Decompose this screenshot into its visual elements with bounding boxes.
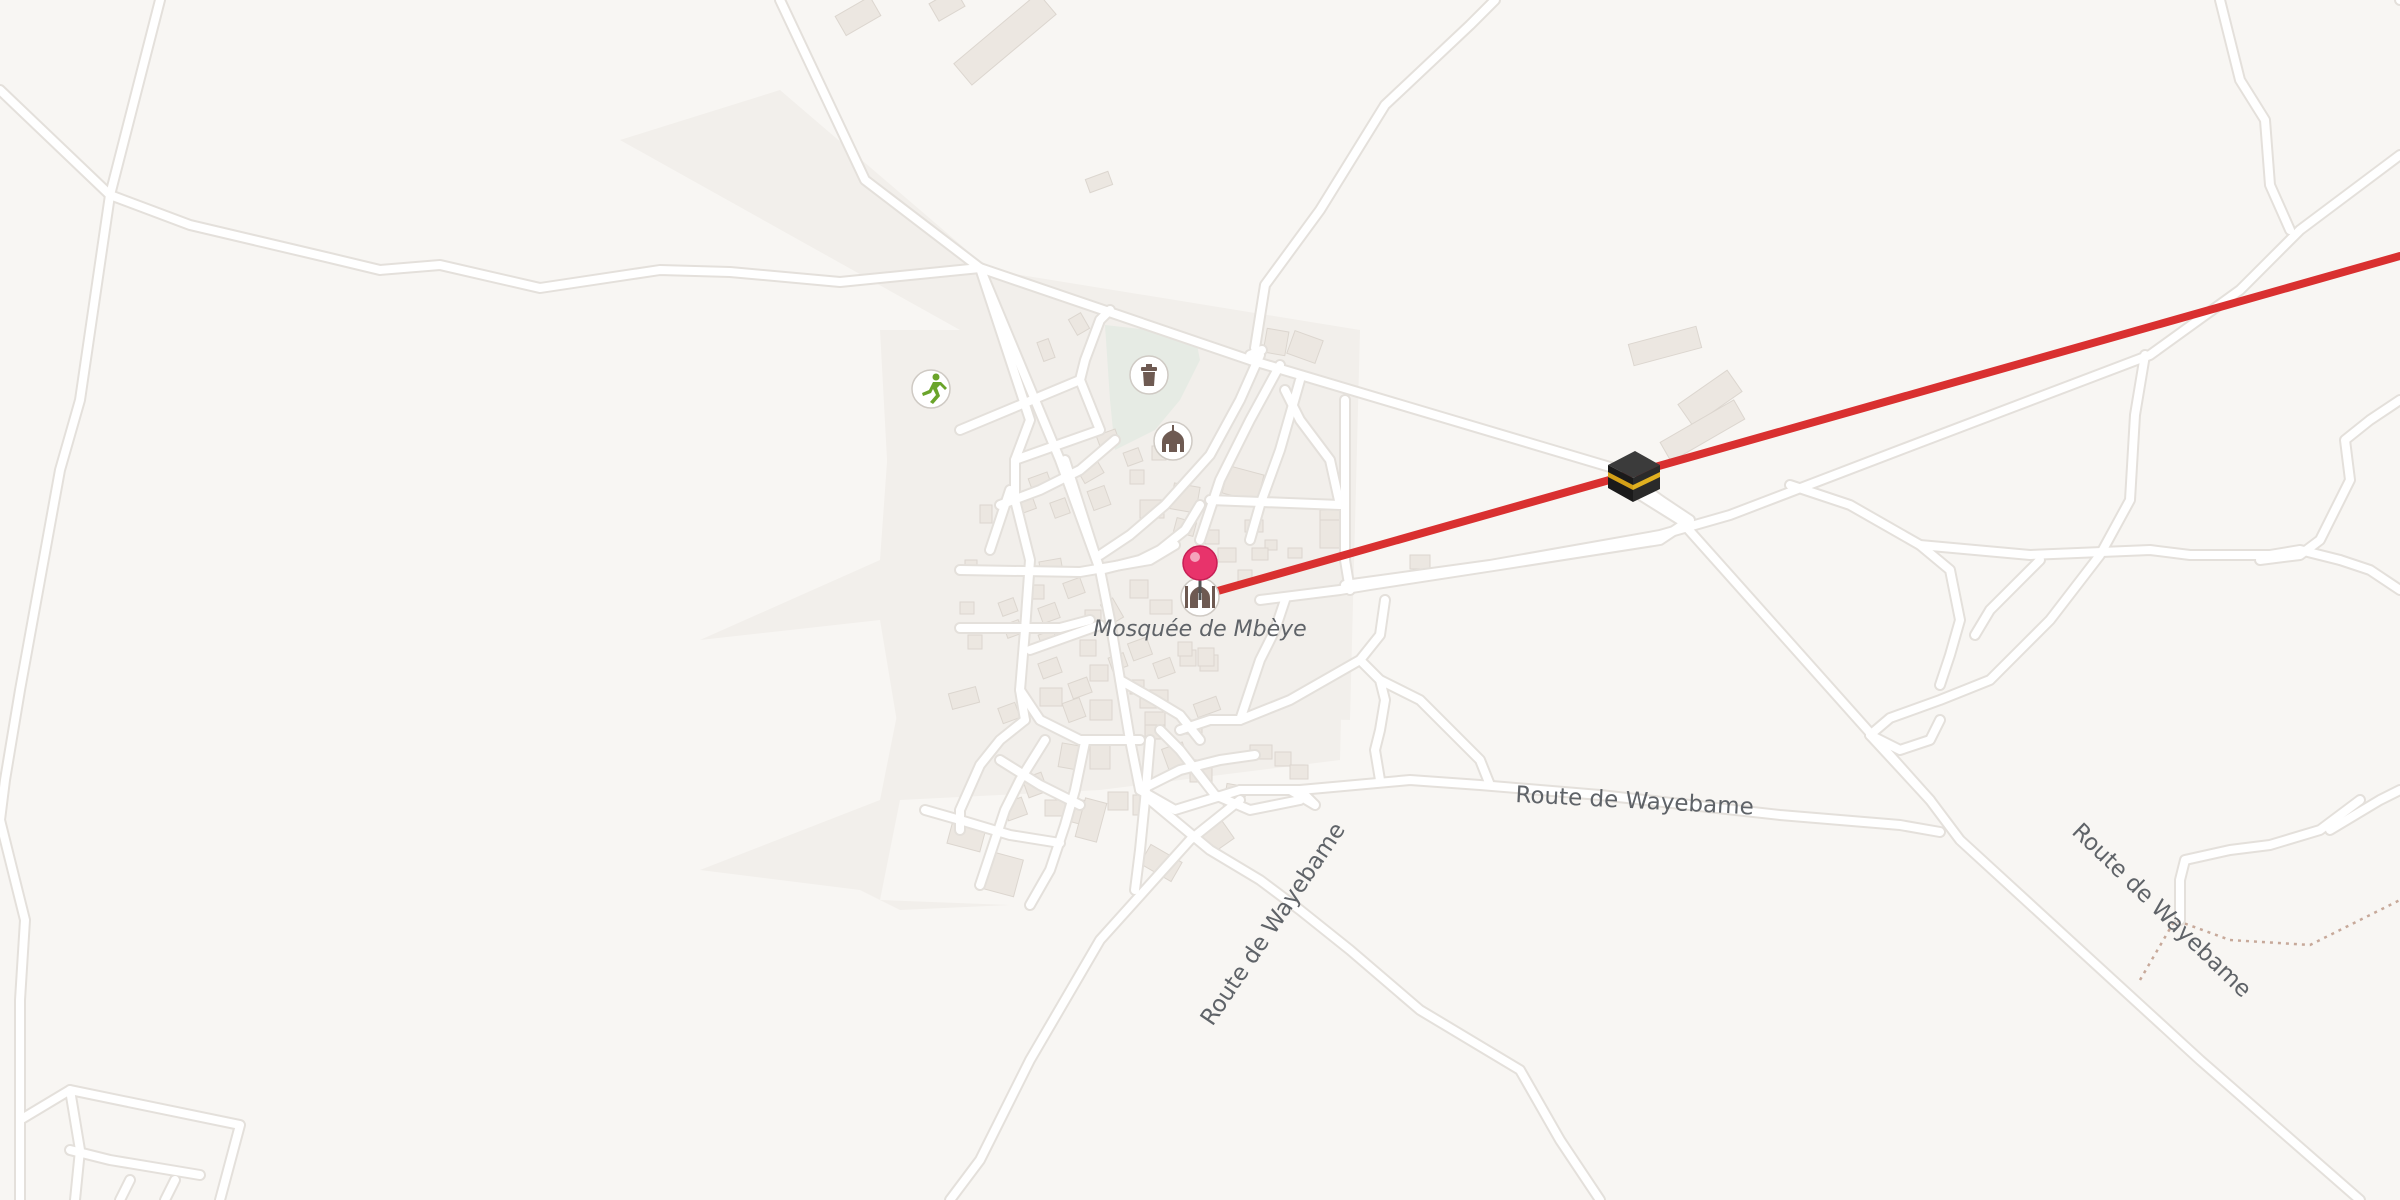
sports-poi[interactable] <box>911 369 951 409</box>
road-casing <box>1249 0 1501 354</box>
road <box>1206 496 1344 509</box>
road-label-east: Route de Wayebame <box>1515 782 1755 820</box>
road <box>1246 346 1266 359</box>
road <box>1251 0 1499 352</box>
location-pin-icon <box>1182 545 1218 581</box>
cemetery-poi[interactable] <box>1129 355 1169 395</box>
road <box>2256 396 2400 564</box>
road <box>1971 556 2044 639</box>
mosque-label: Mosquée de Mbèye <box>1093 617 1306 642</box>
road <box>106 0 164 199</box>
road <box>161 1176 179 1200</box>
road-casing <box>2254 394 2400 566</box>
qibla-direction-line <box>1196 252 2400 600</box>
road-casing <box>1784 479 2346 566</box>
mosque-poi-north[interactable] <box>1153 421 1193 461</box>
road <box>66 1146 204 1179</box>
road-casing <box>1374 674 1496 791</box>
map-canvas[interactable]: Route de Wayebame Route de Wayebame Rout… <box>0 0 2400 1200</box>
road <box>1376 676 1494 789</box>
road <box>116 1176 134 1200</box>
